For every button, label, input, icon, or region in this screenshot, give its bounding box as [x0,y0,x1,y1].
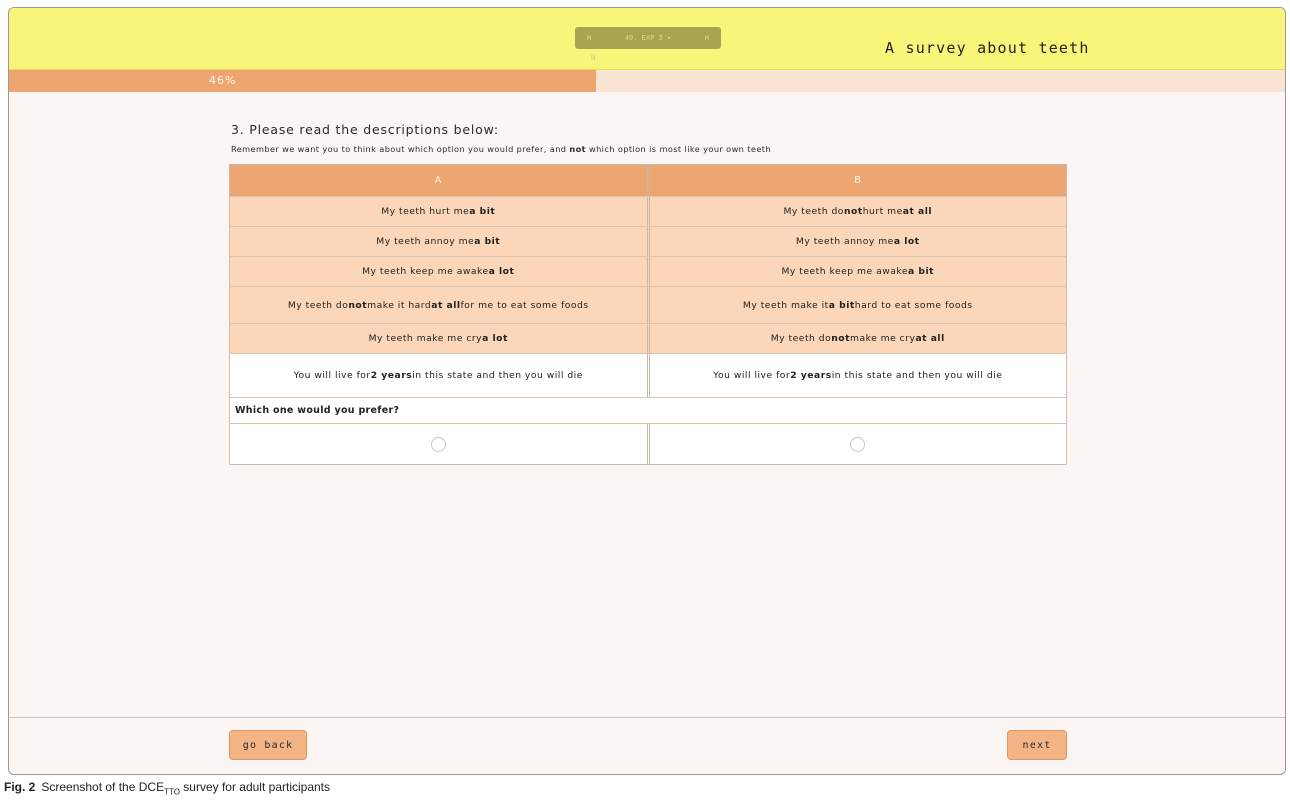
option-a-attribute-segment: a bit [474,236,501,247]
caption-text-end: survey for adult participants [179,780,331,794]
option-a-attribute-segment: a lot [482,333,508,344]
option-b-attribute: My teeth do not make me cry at all [646,324,1066,353]
option-a-attribute-segment: My teeth do [287,299,349,311]
survey-header: H 49. EXP 3 ▾ H H A survey about teeth [9,8,1285,70]
option-a-attribute-segment: make it hard [367,299,432,311]
nav-sub-label: H [591,54,596,62]
caption-subscript: TTO [164,787,180,797]
option-b-header: B [646,165,1066,196]
attribute-row: My teeth do not make it hard at all for … [230,287,1066,324]
question-note: Remember we want you to think about whic… [231,144,771,154]
option-a-duration-segment: You will live for [293,370,371,381]
option-a-attribute-segment: not [348,299,368,311]
option-b-attribute: My teeth annoy me a lot [646,227,1066,256]
note-bold-word: not [569,144,586,154]
option-a-attribute-segment: a lot [488,266,515,277]
question-select[interactable]: 49. EXP 3 ▾ [625,34,671,42]
option-a-duration: You will live for 2 years in this state … [230,354,647,397]
go-back-button[interactable]: go back [229,730,307,760]
option-a-attribute-segment: for me to eat some foods [460,299,589,311]
attribute-rows: My teeth hurt me a bit My teeth do not hu… [230,197,1066,354]
option-b-attribute-segment: My teeth annoy me [795,236,894,247]
option-b-attribute-segment: My teeth keep me awake [781,266,908,277]
option-b-duration: You will live for 2 years in this state … [646,354,1066,397]
figure-number: Fig. 2 [4,780,36,794]
option-b-attribute: My teeth make it a bit hard to eat some … [646,287,1066,323]
option-a-attribute-segment: My teeth annoy me [376,236,475,247]
prefer-question: Which one would you prefer? [230,398,1066,424]
option-a-attribute: My teeth hurt me a bit [230,197,647,226]
option-a-duration-segment: in this state and then you will die [412,370,583,381]
option-a-attribute-segment: My teeth hurt me [381,206,470,217]
option-b-attribute-segment: not [831,333,850,344]
option-b-attribute-segment: not [843,206,863,217]
footer-divider [9,717,1285,718]
question-navigator[interactable]: H 49. EXP 3 ▾ H H [575,27,721,62]
option-a-attribute-segment: a bit [469,206,496,217]
progress-label: 46% [209,74,237,87]
option-b-attribute-segment: make me cry [850,333,916,344]
life-duration-row: You will live for 2 years in this state … [230,354,1066,398]
note-text-end: which option is most like your own teeth [585,144,771,154]
option-b-attribute: My teeth keep me awake a bit [646,257,1066,286]
option-b-duration-segment: You will live for [713,370,791,381]
option-b-attribute: My teeth do not hurt me at all [646,197,1066,226]
figure-caption: Fig. 2 Screenshot of the DCETTO survey fo… [4,780,330,796]
attribute-row: My teeth make me cry a lot My teeth do no… [230,324,1066,354]
option-b-duration-segment: 2 years [790,370,832,381]
option-a-attribute-segment: My teeth make me cry [368,333,483,344]
attribute-row: My teeth hurt me a bit My teeth do not hu… [230,197,1066,227]
choice-radio-row [230,424,1066,464]
option-a-radio-cell[interactable] [230,424,647,464]
nav-first-icon[interactable]: H [587,34,591,42]
choice-table: A B My teeth hurt me a bit My teeth do no… [229,164,1067,465]
progress-bar: 46% [9,70,1285,92]
attribute-row: My teeth annoy me a bit My teeth annoy me… [230,227,1066,257]
option-b-attribute-segment: a bit [828,299,855,311]
option-a-attribute-segment: My teeth keep me awake [362,266,489,277]
option-a-duration-segment: 2 years [370,370,413,381]
option-header-row: A B [230,165,1066,197]
option-b-attribute-segment: at all [915,333,945,344]
option-b-attribute-segment: My teeth make it [742,299,829,311]
caption-text-start: Screenshot of the DCE [41,780,165,794]
option-b-duration-segment: in this state and then you will die [831,370,1003,381]
option-a-attribute: My teeth make me cry a lot [230,324,647,353]
survey-title: A survey about teeth [885,39,1090,57]
option-b-attribute-segment: a bit [908,266,935,277]
option-b-attribute-segment: My teeth do [770,333,832,344]
next-button[interactable]: next [1007,730,1067,760]
option-b-attribute-segment: My teeth do [783,206,844,217]
option-b-attribute-segment: hard to eat some foods [854,299,973,311]
option-b-radio[interactable] [850,436,866,452]
progress-fill [9,70,596,92]
option-b-attribute-segment: a lot [893,236,920,247]
nav-last-icon[interactable]: H [705,34,709,42]
attribute-row: My teeth keep me awake a lot My teeth kee… [230,257,1066,287]
survey-window: H 49. EXP 3 ▾ H H A survey about teeth 4… [8,7,1286,775]
option-a-attribute: My teeth do not make it hard at all for … [230,287,647,323]
option-a-attribute: My teeth annoy me a bit [230,227,647,256]
note-text-start: Remember we want you to think about whic… [231,144,570,154]
option-a-attribute: My teeth keep me awake a lot [230,257,647,286]
option-b-radio-cell[interactable] [646,424,1066,464]
option-b-attribute-segment: hurt me [862,206,903,217]
option-a-attribute-segment: at all [431,299,461,311]
option-a-header: A [230,165,647,196]
option-a-radio[interactable] [430,436,446,452]
question-title: 3. Please read the descriptions below: [231,122,499,137]
option-b-attribute-segment: at all [902,206,933,217]
